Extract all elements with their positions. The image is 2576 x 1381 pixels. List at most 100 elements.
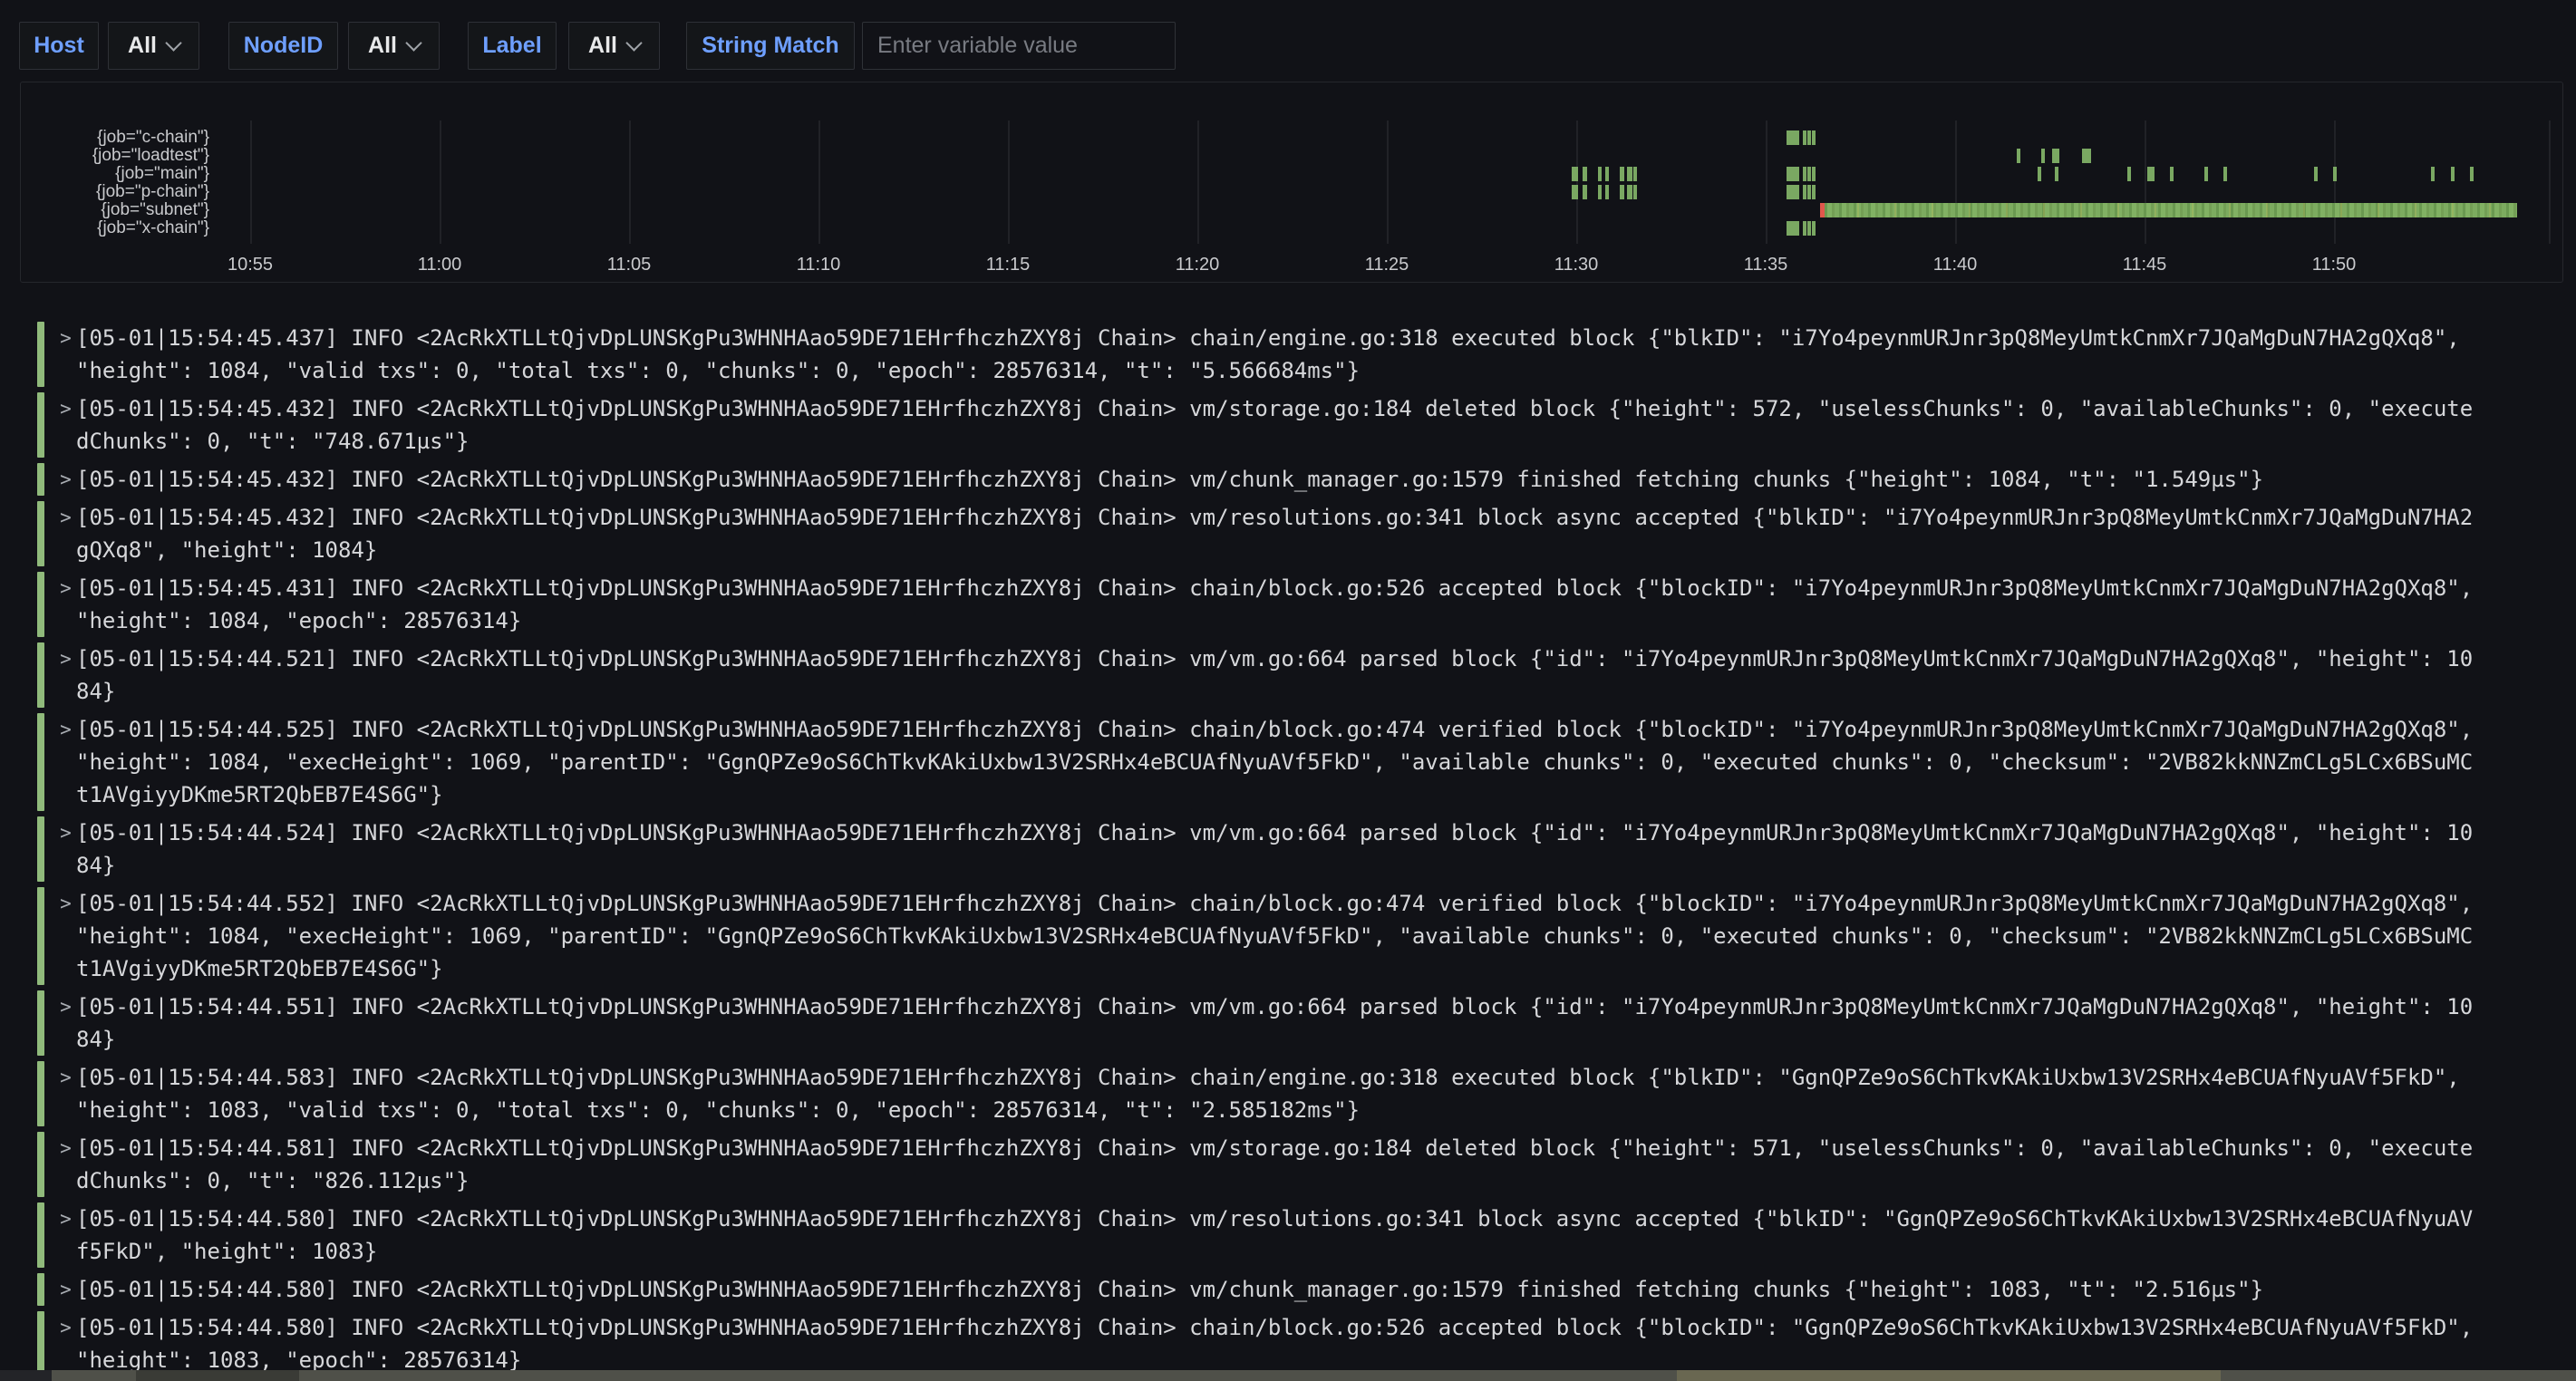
timeline-tick xyxy=(1572,185,1578,199)
expand-chevron-icon[interactable]: > xyxy=(55,322,76,387)
log-level-bar xyxy=(37,713,44,811)
y-tick-label: {job="main"} xyxy=(28,165,209,183)
variable-label-host: Host xyxy=(19,22,99,70)
timeline-tick xyxy=(1812,167,1816,181)
log-row[interactable]: > [05-01|15:54:44.552] INFO <2AcRkXTLLtQ… xyxy=(0,884,2576,988)
expand-chevron-icon[interactable]: > xyxy=(55,1132,76,1197)
gridline xyxy=(629,121,631,244)
x-tick-label: 11:20 xyxy=(1176,255,1220,275)
expand-chevron-icon[interactable]: > xyxy=(55,501,76,566)
expand-chevron-icon[interactable]: > xyxy=(55,572,76,637)
expand-chevron-icon[interactable]: > xyxy=(55,713,76,811)
timeline-tick xyxy=(1627,167,1632,181)
variable-label-text: NodeID xyxy=(244,33,324,59)
timeline-tick xyxy=(2041,149,2045,163)
variable-value: All xyxy=(588,33,617,59)
log-level-bar xyxy=(37,501,44,566)
timeline-tick xyxy=(1803,130,1806,145)
log-level-bar xyxy=(37,887,44,985)
log-text: [05-01|15:54:44.580] INFO <2AcRkXTLLtQjv… xyxy=(76,1311,2478,1376)
expand-chevron-icon[interactable]: > xyxy=(55,1061,76,1126)
timeline-tick xyxy=(1803,221,1806,236)
timeline-tick xyxy=(2314,167,2318,181)
chevron-down-icon xyxy=(165,34,181,51)
expand-chevron-icon[interactable]: > xyxy=(55,887,76,985)
log-row[interactable]: > [05-01|15:54:44.524] INFO <2AcRkXTLLtQ… xyxy=(0,814,2576,884)
timeline-tick xyxy=(2451,167,2455,181)
log-row[interactable]: > [05-01|15:54:44.581] INFO <2AcRkXTLLtQ… xyxy=(0,1129,2576,1200)
log-level-bar xyxy=(37,322,44,387)
timeline-tick xyxy=(2082,149,2091,163)
timeline-tick xyxy=(1627,185,1632,199)
timeline-tick xyxy=(1807,130,1811,145)
timeline-tick xyxy=(1807,185,1811,199)
log-rows-list: > [05-01|15:54:45.437] INFO <2AcRkXTLLtQ… xyxy=(0,319,2576,1379)
log-level-bar xyxy=(37,1311,44,1376)
x-tick-label: 11:10 xyxy=(797,255,841,275)
expand-chevron-icon[interactable]: > xyxy=(55,1273,76,1306)
log-level-bar xyxy=(37,463,44,496)
log-row[interactable]: > [05-01|15:54:44.551] INFO <2AcRkXTLLtQ… xyxy=(0,988,2576,1058)
variable-dropdown-nodeid[interactable]: All xyxy=(348,22,440,70)
y-tick-label: {job="subnet"} xyxy=(28,201,209,219)
timeline-tick xyxy=(2147,167,2155,181)
log-row[interactable]: > [05-01|15:54:45.432] INFO <2AcRkXTLLtQ… xyxy=(0,460,2576,498)
log-level-bar xyxy=(37,1202,44,1268)
gridline xyxy=(2334,121,2336,244)
log-row[interactable]: > [05-01|15:54:44.580] INFO <2AcRkXTLLtQ… xyxy=(0,1309,2576,1379)
timeline-tick xyxy=(1583,185,1587,199)
timeline-tick xyxy=(2170,167,2174,181)
timeline-tick xyxy=(1820,203,1825,217)
log-row[interactable]: > [05-01|15:54:44.525] INFO <2AcRkXTLLtQ… xyxy=(0,710,2576,814)
x-tick-label: 11:35 xyxy=(1744,255,1788,275)
timeline-tick xyxy=(2431,167,2435,181)
gridline xyxy=(1387,121,1389,244)
log-row[interactable]: > [05-01|15:54:44.521] INFO <2AcRkXTLLtQ… xyxy=(0,640,2576,710)
expand-chevron-icon[interactable]: > xyxy=(55,1202,76,1268)
timeline-tick xyxy=(1787,167,1799,181)
bottom-clipped-row-segment xyxy=(136,1370,299,1381)
timeline-tick xyxy=(1803,167,1806,181)
log-row[interactable]: > [05-01|15:54:45.432] INFO <2AcRkXTLLtQ… xyxy=(0,390,2576,460)
expand-chevron-icon[interactable]: > xyxy=(55,392,76,458)
timeline-tick xyxy=(1583,167,1587,181)
log-text: [05-01|15:54:44.551] INFO <2AcRkXTLLtQjv… xyxy=(76,990,2478,1056)
timeline-tick xyxy=(2127,167,2131,181)
variable-dropdown-host[interactable]: All xyxy=(108,22,199,70)
log-text: [05-01|15:54:45.431] INFO <2AcRkXTLLtQjv… xyxy=(76,572,2478,637)
timeline-tick xyxy=(1787,221,1799,236)
expand-chevron-icon[interactable]: > xyxy=(55,990,76,1056)
expand-chevron-icon[interactable]: > xyxy=(55,1311,76,1376)
timeline-tick xyxy=(1598,185,1602,199)
log-text: [05-01|15:54:44.581] INFO <2AcRkXTLLtQjv… xyxy=(76,1132,2478,1197)
log-text: [05-01|15:54:45.432] INFO <2AcRkXTLLtQjv… xyxy=(76,463,2478,496)
log-row[interactable]: > [05-01|15:54:44.580] INFO <2AcRkXTLLtQ… xyxy=(0,1200,2576,1270)
variable-label-text: Label xyxy=(482,33,541,59)
gridline xyxy=(2549,121,2551,244)
log-text: [05-01|15:54:44.580] INFO <2AcRkXTLLtQjv… xyxy=(76,1273,2478,1306)
bottom-clipped-row xyxy=(0,1370,2576,1381)
expand-chevron-icon[interactable]: > xyxy=(55,642,76,708)
variable-value: All xyxy=(368,33,397,59)
log-row[interactable]: > [05-01|15:54:45.431] INFO <2AcRkXTLLtQ… xyxy=(0,569,2576,640)
log-row[interactable]: > [05-01|15:54:45.432] INFO <2AcRkXTLLtQ… xyxy=(0,498,2576,569)
gridline xyxy=(818,121,820,244)
x-tick-label: 11:50 xyxy=(2312,255,2357,275)
string-match-input[interactable] xyxy=(862,22,1176,70)
log-row[interactable]: > [05-01|15:54:45.437] INFO <2AcRkXTLLtQ… xyxy=(0,319,2576,390)
gridline xyxy=(2145,121,2146,244)
timeline-tick xyxy=(2055,167,2058,181)
expand-chevron-icon[interactable]: > xyxy=(55,463,76,496)
log-row[interactable]: > [05-01|15:54:44.580] INFO <2AcRkXTLLtQ… xyxy=(0,1270,2576,1309)
log-row[interactable]: > [05-01|15:54:44.583] INFO <2AcRkXTLLtQ… xyxy=(0,1058,2576,1129)
expand-chevron-icon[interactable]: > xyxy=(55,816,76,882)
log-level-bar xyxy=(37,1132,44,1197)
timeline-tick xyxy=(1620,185,1624,199)
log-text: [05-01|15:54:44.583] INFO <2AcRkXTLLtQjv… xyxy=(76,1061,2478,1126)
variable-dropdown-label[interactable]: All xyxy=(568,22,660,70)
bottom-clipped-row-segment xyxy=(1677,1370,2221,1381)
x-tick-label: 11:15 xyxy=(986,255,1031,275)
x-tick-label: 11:05 xyxy=(607,255,652,275)
x-tick-label: 11:25 xyxy=(1365,255,1409,275)
variable-label-string-match: String Match xyxy=(686,22,855,70)
